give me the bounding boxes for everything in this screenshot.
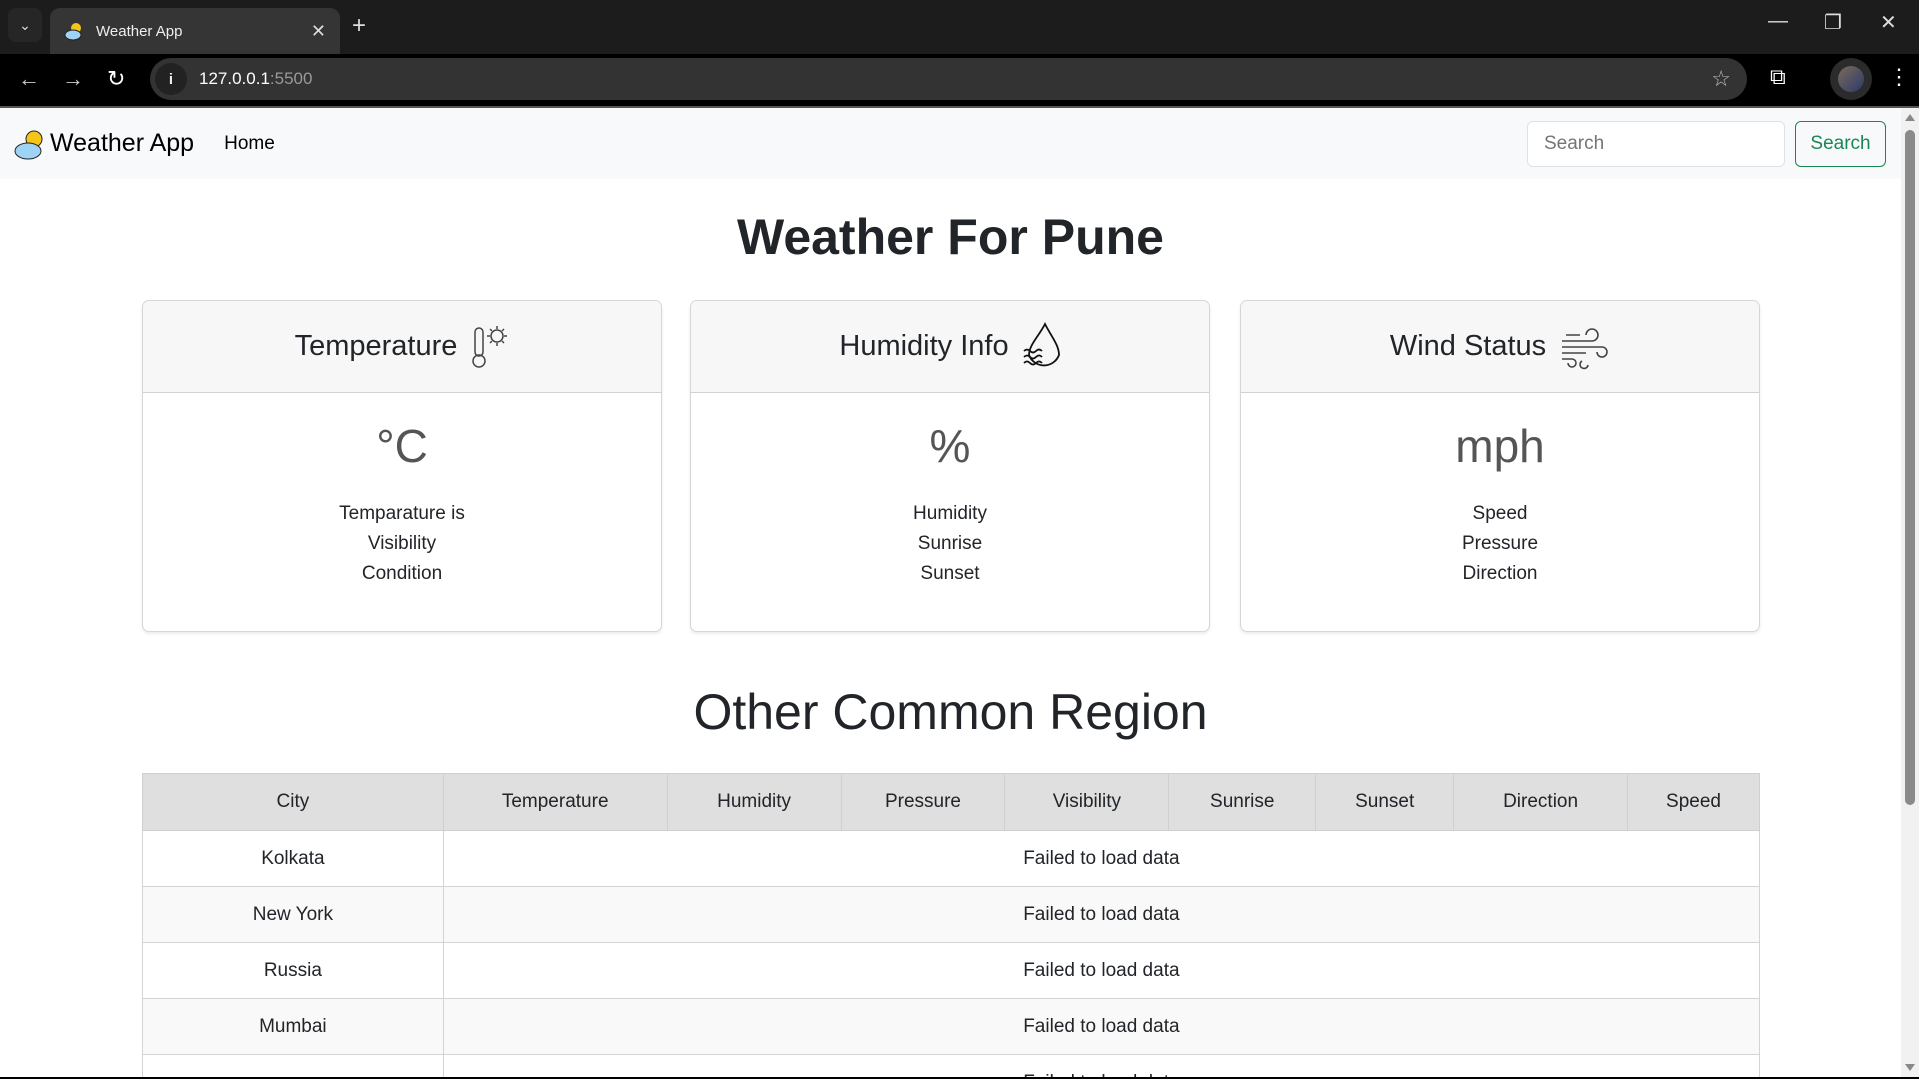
col-visibility: Visibility [1004, 773, 1170, 831]
city-cell: New York [142, 886, 444, 943]
nav-home-link[interactable]: Home [224, 133, 275, 155]
temperature-unit: °C [376, 420, 428, 472]
col-temperature: Temperature [442, 773, 668, 831]
navbar: Weather App Home Search [0, 108, 1901, 179]
weather-favicon-icon [64, 23, 82, 41]
menu-icon[interactable]: ⋮ [1888, 64, 1910, 90]
reload-icon[interactable]: ↻ [107, 66, 125, 92]
card-title: Wind Status [1389, 330, 1547, 362]
condition-line: Condition [361, 563, 443, 584]
restore-icon[interactable]: ❐ [1824, 10, 1842, 35]
col-pressure: Pressure [840, 773, 1006, 831]
page-title: Weather For Pune [737, 209, 1164, 265]
city-cell: Kolkata [142, 830, 444, 887]
address-bar[interactable]: i 127.0.0.1:5500 ☆ [150, 58, 1747, 100]
browser-tab-strip: ⌄ Weather App ✕ + — ❐ ✕ [0, 0, 1919, 54]
browser-tab[interactable]: Weather App ✕ [50, 8, 340, 54]
city-cell: Russia [142, 942, 444, 999]
page: Weather App Home Search Weather For Pune… [0, 108, 1901, 1077]
sunrise-line: Sunrise [917, 533, 983, 554]
sunset-line: Sunset [920, 563, 980, 584]
wind-icon [1562, 327, 1608, 369]
humidity-unit: % [929, 420, 971, 472]
site-info-icon[interactable]: i [155, 63, 187, 95]
brand-link[interactable]: Weather App [14, 127, 194, 161]
direction-line: Direction [1462, 563, 1538, 584]
visibility-line: Visibility [367, 533, 437, 554]
temperature-line: Temparature is [339, 503, 465, 524]
bookmark-star-icon[interactable]: ☆ [1711, 66, 1731, 92]
status-cell: Failed to load data [442, 830, 1761, 887]
city-cell: Mumbai [142, 998, 444, 1055]
col-city: City [142, 773, 444, 831]
temperature-card: Temperature °C Temparature is Visibility… [142, 300, 662, 632]
close-tab-icon[interactable]: ✕ [311, 21, 326, 42]
thermometer-sun-icon [472, 325, 508, 368]
search-button[interactable]: Search [1795, 121, 1886, 167]
status-cell: Failed to load data [442, 942, 1761, 999]
scroll-down-icon[interactable] [1905, 1064, 1915, 1071]
humidity-line: Humidity [913, 503, 987, 524]
table-row: New York Failed to load data [142, 886, 1761, 943]
table-row: Kolkata Failed to load data [142, 830, 1761, 887]
close-window-icon[interactable]: ✕ [1880, 10, 1897, 35]
search-input[interactable] [1527, 121, 1785, 167]
col-humidity: Humidity [666, 773, 842, 831]
pressure-line: Pressure [1461, 533, 1539, 554]
weather-logo-icon [14, 130, 43, 159]
table-row: Mumbai Failed to load data [142, 998, 1761, 1055]
table-row: Failed to load data [142, 1054, 1761, 1077]
tab-title: Weather App [96, 22, 183, 40]
browser-toolbar: ← → ↻ i 127.0.0.1:5500 ☆ ⧉ ⋮ [0, 54, 1919, 106]
card-title: Humidity Info [839, 330, 1009, 362]
water-drop-icon [1022, 321, 1060, 366]
status-cell: Failed to load data [442, 998, 1761, 1055]
humidity-card: Humidity Info % Humidity Sunrise Sunset [690, 300, 1210, 632]
col-sunrise: Sunrise [1168, 773, 1317, 831]
scroll-up-icon[interactable] [1905, 114, 1915, 121]
forward-icon[interactable]: → [62, 66, 84, 92]
wind-card: Wind Status mph Speed Pressure Direction [1240, 300, 1760, 632]
speed-line: Speed [1472, 503, 1528, 524]
url-text: 127.0.0.1:5500 [199, 69, 313, 88]
card-title: Temperature [294, 330, 458, 362]
table-row: Russia Failed to load data [142, 942, 1761, 999]
profile-avatar[interactable] [1830, 58, 1872, 100]
city-cell [142, 1054, 444, 1077]
regions-table: City Temperature Humidity Pressure Visib… [142, 773, 1761, 1077]
new-tab-button[interactable]: + [352, 12, 366, 40]
scroll-thumb[interactable] [1905, 130, 1915, 805]
status-cell: Failed to load data [442, 1054, 1761, 1077]
col-direction: Direction [1453, 773, 1629, 831]
back-icon[interactable]: ← [18, 66, 40, 92]
brand-name: Weather App [50, 129, 195, 157]
extensions-icon[interactable]: ⧉ [1770, 64, 1786, 90]
col-sunset: Sunset [1315, 773, 1455, 831]
page-scrollbar[interactable] [1901, 108, 1919, 1077]
col-speed: Speed [1627, 773, 1760, 831]
table-header-row: City Temperature Humidity Pressure Visib… [142, 773, 1760, 831]
tab-list-button[interactable]: ⌄ [8, 8, 42, 42]
minimize-icon[interactable]: — [1768, 10, 1788, 33]
status-cell: Failed to load data [442, 886, 1761, 943]
wind-unit: mph [1455, 420, 1545, 472]
region-title: Other Common Region [693, 684, 1208, 740]
